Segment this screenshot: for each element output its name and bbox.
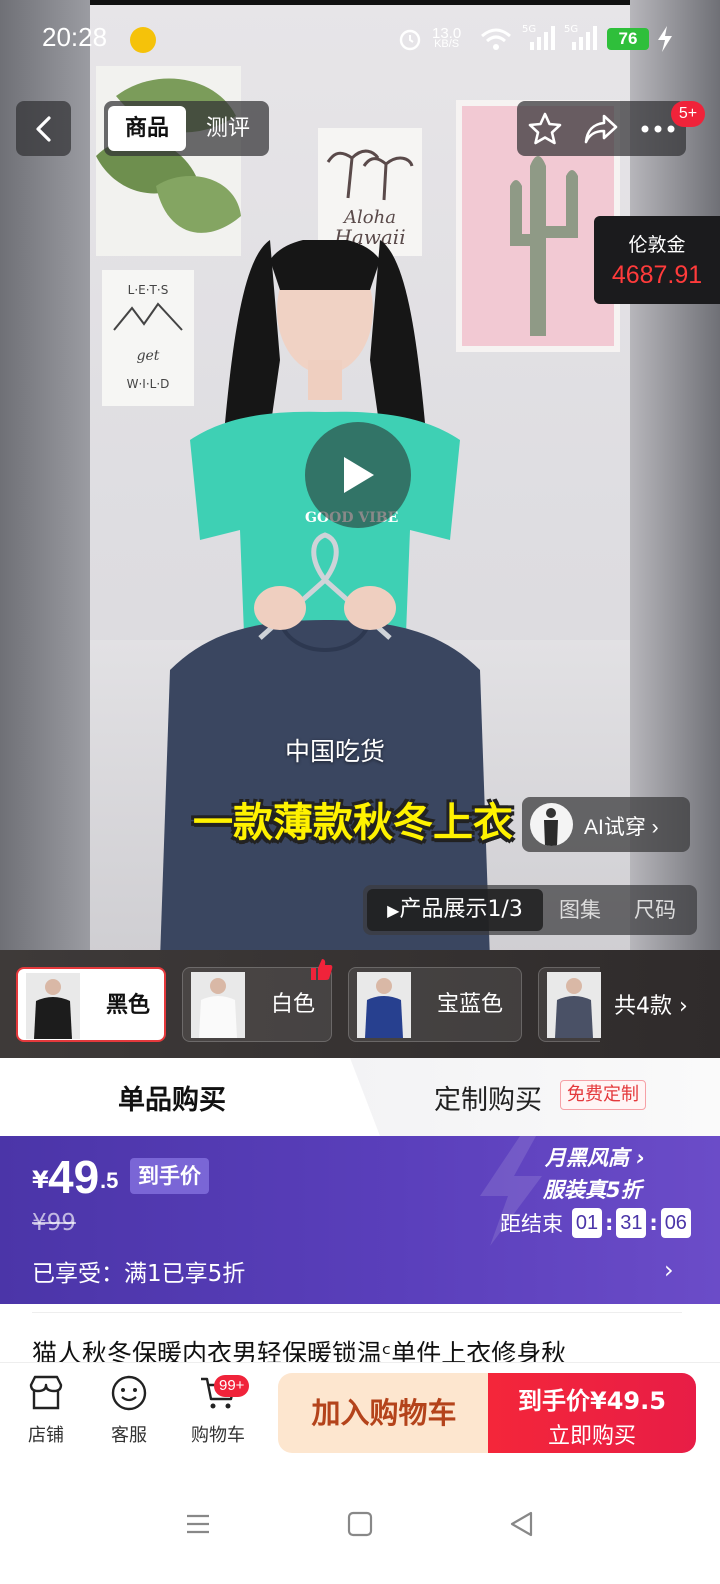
page-tabs: 商品 测评: [104, 101, 269, 156]
video-caption-big: 一款薄款秋冬上衣: [193, 800, 513, 846]
status-time: 20:28: [42, 22, 108, 52]
aloha-poster-image: Aloha Hawaii: [318, 128, 422, 256]
countdown-separator: :: [649, 1211, 658, 1235]
bottom-action-bar: 店铺 客服 购物车 99+ 加入购物车 到手价¥49.5 立即购买: [0, 1362, 720, 1470]
variant-black[interactable]: 黑色: [16, 967, 166, 1042]
svg-text:5G: 5G: [522, 24, 536, 35]
small-play-icon: ▶: [387, 901, 400, 920]
add-to-cart-button[interactable]: 加入购物车: [278, 1373, 490, 1453]
star-icon[interactable]: [527, 111, 563, 147]
countdown-hours: 01: [572, 1208, 602, 1238]
variant-royal-blue[interactable]: 宝蓝色: [348, 967, 522, 1042]
status-bar: 20:28 13.0 KB/S 5G 5G 76: [0, 0, 720, 80]
price-decimal: .5: [100, 1168, 119, 1193]
alarm-icon: [399, 29, 421, 51]
video-caption-small: 中国吃货: [284, 737, 385, 766]
final-price-tag: 到手价: [130, 1158, 209, 1194]
promotion-text[interactable]: 已享受：满1已享5折: [32, 1254, 245, 1288]
ai-try-on-button[interactable]: AI试穿 ›: [522, 797, 690, 852]
tab-size[interactable]: 尺码: [634, 889, 676, 931]
variant-thumbnail: [357, 972, 411, 1038]
store-label: 店铺: [28, 1425, 64, 1446]
system-navigation-bar: [0, 1470, 720, 1584]
customer-service-button[interactable]: 客服: [97, 1373, 161, 1447]
countdown-separator: :: [605, 1211, 614, 1235]
wifi-icon: [481, 28, 511, 50]
variant-label: 黑色: [106, 993, 151, 1018]
product-title-row: 猫人秋冬保暖内衣男轻保暖锁温ᶜ单件上衣修身秋: [0, 1304, 720, 1364]
net-speed-unit: KB/S: [434, 38, 460, 50]
cart-count-badge: 99+: [214, 1375, 250, 1397]
tab-gallery[interactable]: 图集: [559, 889, 601, 931]
signal-5g-icon: 5G: [522, 24, 555, 50]
media-tabs: ▶产品展示1/3 图集 尺码: [363, 885, 697, 935]
app-badge-icon: [130, 27, 156, 53]
buy-now-button[interactable]: 到手价¥49.5 立即购买: [488, 1373, 696, 1453]
variant-more-preview[interactable]: [538, 967, 601, 1042]
price-integer: 49: [48, 1151, 100, 1203]
signal-5g-icon: 5G: [564, 24, 597, 50]
price-currency: ¥: [32, 1166, 49, 1194]
store-icon: [29, 1375, 63, 1410]
product-title[interactable]: 猫人秋冬保暖内衣男轻保暖锁温ᶜ单件上衣修身秋: [32, 1334, 692, 1364]
variant-thumbnail: [26, 973, 80, 1039]
free-custom-tag: 免费定制: [560, 1080, 646, 1110]
product-detail-page: Aloha Hawaii L·E·T·S get W·I·L·D 20:28 1…: [0, 0, 720, 1584]
price-banner: ¥ 49 .5 到手价 ¥99 已享受：满1已享5折 › 月黑风高 › 服装真5…: [0, 1136, 720, 1304]
tab-product-showcase[interactable]: ▶产品展示1/3: [367, 889, 543, 931]
all-variants-link[interactable]: 共4款 ›: [614, 988, 688, 1020]
ai-try-on-label: AI试穿 ›: [584, 816, 659, 839]
tab-review[interactable]: 测评: [190, 106, 266, 151]
variant-thumbnail: [191, 972, 245, 1038]
countdown-seconds: 06: [660, 1208, 691, 1238]
thumbs-up-icon: [311, 959, 333, 980]
buy-now-price: 到手价¥49.5: [518, 1387, 666, 1415]
home-icon[interactable]: [346, 1510, 374, 1538]
variant-label: 宝蓝色: [437, 992, 504, 1017]
play-button[interactable]: [305, 422, 411, 528]
single-buy-label: 单品购买: [118, 1085, 226, 1116]
model-image: GOOD VIBE: [160, 240, 490, 958]
menu-icon[interactable]: [184, 1510, 212, 1538]
tab-product-showcase-label: 产品展示1/3: [399, 897, 523, 922]
original-price: ¥99: [32, 1210, 76, 1236]
buy-now-label: 立即购买: [547, 1424, 636, 1449]
customer-service-label: 客服: [111, 1425, 147, 1446]
tab-product[interactable]: 商品: [108, 106, 186, 151]
back-button[interactable]: [16, 101, 71, 156]
purchase-mode-tabs: 单品购买 定制购买 免费定制: [0, 1058, 720, 1136]
promo-brand-line2: 服装真5折: [543, 1178, 642, 1202]
gold-label: 伦敦金: [628, 234, 686, 256]
gold-price-widget[interactable]: 伦敦金 4687.91: [594, 216, 720, 304]
play-icon: [344, 457, 374, 493]
top-actions: [517, 101, 686, 156]
promo-brand-line1[interactable]: 月黑风高 ›: [545, 1142, 645, 1172]
countdown-timer: 距结束 01 : 31 : 06: [500, 1208, 691, 1238]
variant-thumbnail: [547, 972, 601, 1038]
chevron-right-icon[interactable]: ›: [664, 1256, 674, 1284]
svg-text:5G: 5G: [564, 24, 578, 35]
custom-buy-label: 定制购买: [434, 1085, 542, 1116]
store-button[interactable]: 店铺: [14, 1373, 78, 1447]
net-speed: 13.0 KB/S: [432, 26, 461, 50]
back-icon: [35, 115, 51, 142]
chat-smile-icon: [111, 1375, 147, 1411]
divider: [32, 1312, 682, 1313]
more-icon[interactable]: [640, 123, 676, 135]
charging-icon: [658, 26, 672, 52]
share-icon[interactable]: [582, 111, 620, 147]
variant-selector: 黑色 白色 宝蓝色: [0, 950, 720, 1058]
back-triangle-icon[interactable]: [508, 1510, 536, 1538]
gold-value: 4687.91: [611, 261, 703, 289]
notification-badge: 5+: [671, 101, 705, 127]
countdown-minutes: 31: [616, 1208, 647, 1238]
cart-label: 购物车: [191, 1425, 245, 1446]
leaf-poster-image: [96, 66, 241, 256]
ai-model-avatar: [530, 803, 573, 846]
battery-level: 76: [607, 28, 649, 50]
countdown-label: 距结束: [500, 1212, 563, 1236]
